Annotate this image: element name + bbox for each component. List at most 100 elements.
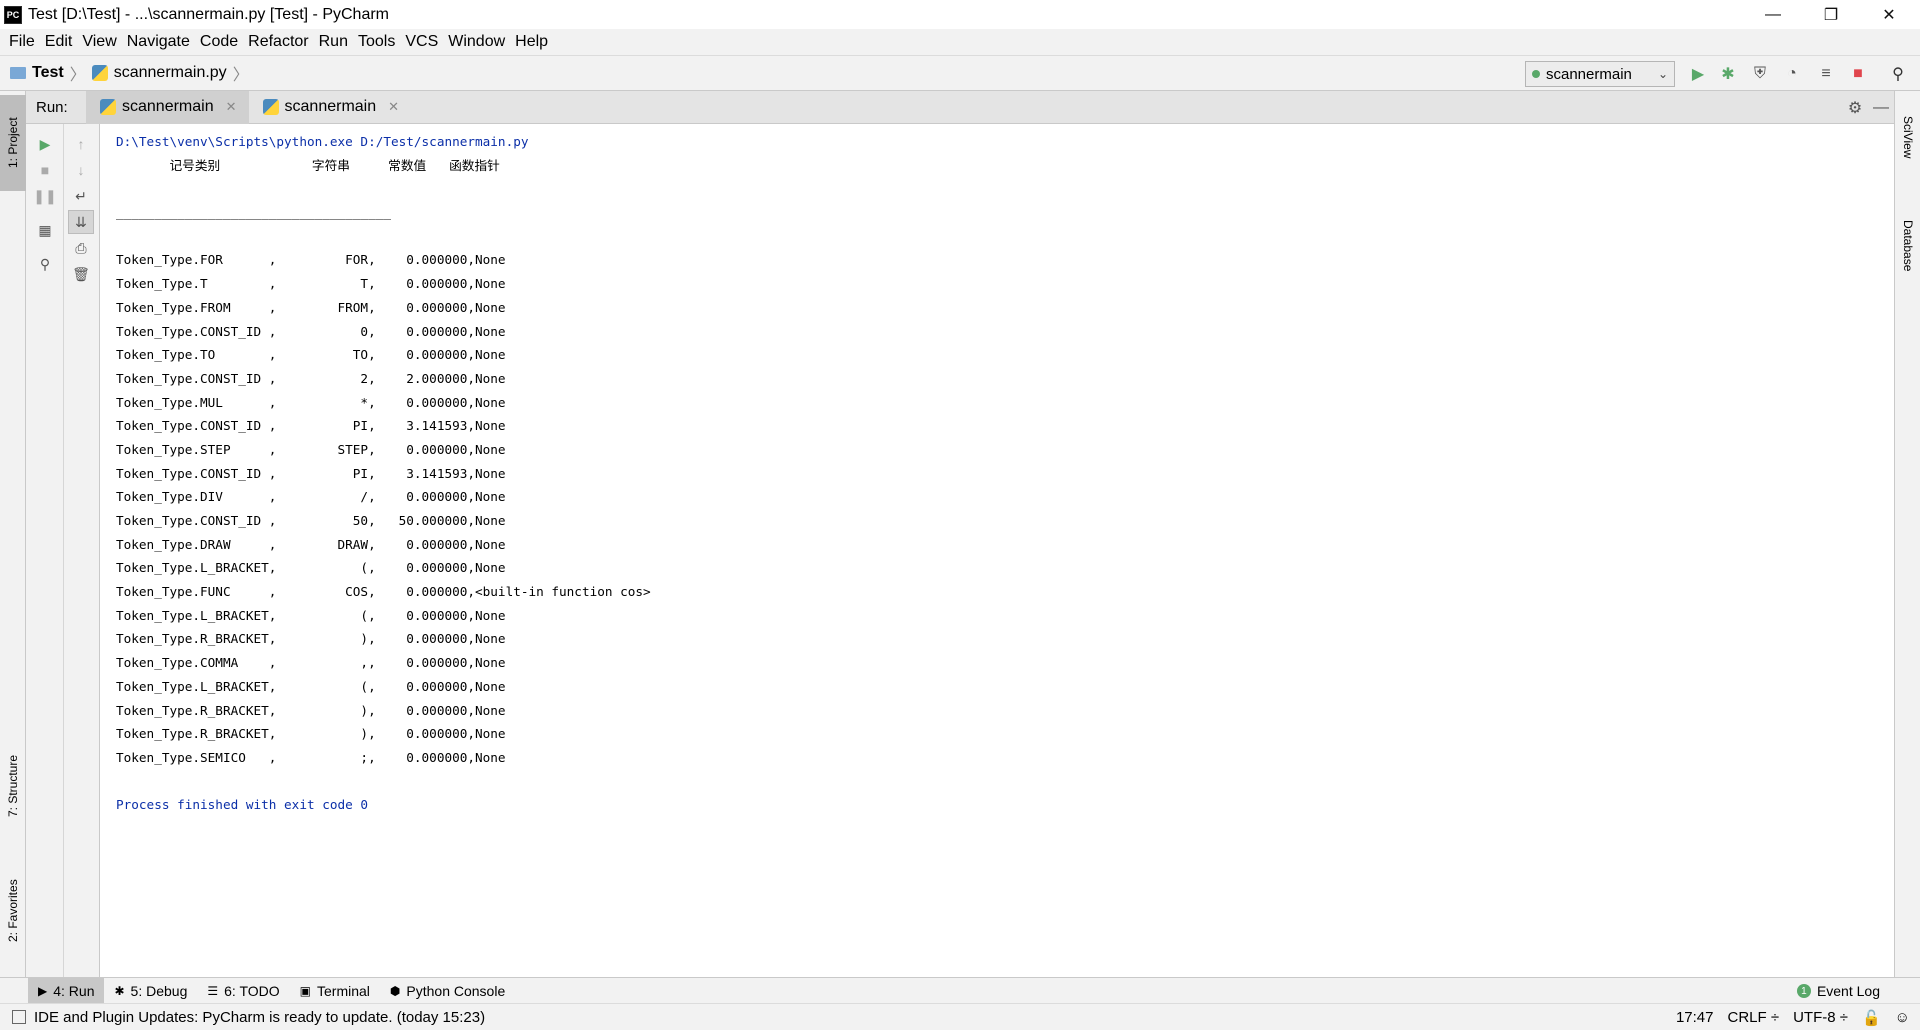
tab-run[interactable]: ▶ 4: Run [28,977,105,1004]
tab-todo[interactable]: ☰ 6: TODO [197,978,289,1004]
tab-debug[interactable]: ✱ 5: Debug [104,978,197,1004]
console-line: Token_Type.CONST_ID , 50, 50.000000,None [116,513,506,528]
event-log-button[interactable]: 1 Event Log [1796,978,1880,1004]
menu-tools[interactable]: Tools [358,33,395,51]
scroll-to-end-icon[interactable]: ⇊ [68,210,94,234]
caret-position[interactable]: 17:47 [1676,1009,1714,1026]
chevron-right-icon: 〉 [232,67,249,84]
inspector-icon[interactable]: ☺ [1895,1009,1910,1026]
debug-icon[interactable]: ✱ [1718,64,1738,84]
console-line: Token_Type.L_BRACKET, (, 0.000000,None [116,560,506,576]
menu-vcs[interactable]: VCS [405,33,438,51]
menu-navigate[interactable]: Navigate [127,33,190,51]
run-configuration-label: scannermain [1546,65,1632,83]
run-tab[interactable]: scannermain ✕ [249,91,412,124]
tab-terminal-label: Terminal [317,982,370,999]
pause-icon[interactable]: ❚❚ [32,184,58,208]
run-tab-active[interactable]: scannermain ✕ [86,90,249,124]
tab-todo-label: 6: TODO [224,982,280,999]
layout-icon[interactable]: ▦ [32,218,58,242]
debug-icon: ✱ [114,983,125,998]
list-icon: ☰ [207,983,219,998]
rerun-icon[interactable]: ▶ [32,132,58,156]
console-command-line: D:\Test\venv\Scripts\python.exe D:/Test/… [116,134,529,149]
console-output[interactable]: D:\Test\venv\Scripts\python.exe D:/Test/… [100,124,1894,977]
navigation-bar: Test 〉 scannermain.py 〉 scannermain ⌄ ▶ … [0,55,1920,91]
menu-bar: File Edit View Navigate Code Refactor Ru… [0,29,1920,55]
search-icon[interactable]: ⚲ [1888,64,1908,84]
console-exit-line: Process finished with exit code 0 [116,797,369,813]
run-tab-label: scannermain [122,98,214,115]
tab-project[interactable]: 1: Project [0,95,26,191]
tab-python-console[interactable]: ⬢ Python Console [380,978,515,1004]
left-tool-strip: 1: Project 7: Structure 2: Favorites [0,91,26,977]
run-panel-header: Run: scannermain ✕ scannermain ✕ ⚙ — [26,90,1894,124]
pin-icon[interactable]: ⚲ [32,252,58,276]
tab-favorites[interactable]: 2: Favorites [0,861,26,961]
tab-database[interactable]: Database [1895,201,1920,291]
console-line: Token_Type.L_BRACKET, (, 0.000000,None [116,678,506,694]
python-file-icon [100,99,116,115]
menu-window[interactable]: Window [448,33,505,51]
stop-icon[interactable]: ■ [1848,64,1868,84]
status-toggle-icon[interactable] [12,1010,26,1024]
gear-icon[interactable]: ⚙ [1842,98,1868,118]
console-line: Token_Type.CONST_ID , 0, 0.000000,None [116,323,506,339]
console-line: Token_Type.FUNC , COS, 0.000000,<built-i… [116,584,651,600]
menu-run[interactable]: Run [319,33,348,51]
run-toolbar: ▶ ■ ❚❚ ▦ ⚲ [26,124,64,977]
soft-wrap-icon[interactable]: ↵ [68,184,94,208]
menu-file[interactable]: File [9,33,35,51]
menu-refactor[interactable]: Refactor [248,33,308,51]
console-line: Token_Type.R_BRACKET, ), 0.000000,None [116,631,506,647]
close-tab-icon[interactable]: ✕ [388,99,399,115]
coverage-icon[interactable]: ⛨ [1750,64,1770,84]
status-bar: IDE and Plugin Updates: PyCharm is ready… [0,1003,1920,1030]
tab-structure[interactable]: 7: Structure [0,736,26,836]
console-line: Token_Type.COMMA , ,, 0.000000,None [116,655,506,671]
console-line: Token_Type.T , T, 0.000000,None [116,276,506,292]
minimize-panel-icon[interactable]: — [1868,99,1894,117]
menu-edit[interactable]: Edit [45,33,73,51]
console-text: D:\Test\venv\Scripts\python.exe D:/Test/… [116,130,1894,817]
status-message[interactable]: IDE and Plugin Updates: PyCharm is ready… [34,1009,485,1026]
run-icon[interactable]: ▶ [1688,64,1708,84]
title-bar: PC Test [D:\Test] - ...\scannermain.py [… [0,0,1920,29]
arrow-down-icon[interactable]: ↓ [68,158,94,182]
menu-code[interactable]: Code [200,33,238,51]
close-button[interactable]: ✕ [1860,0,1918,29]
stop-icon[interactable]: ■ [32,158,58,182]
breadcrumb-project[interactable]: Test [32,64,64,82]
trash-icon[interactable]: 🗑 [68,262,94,286]
arrow-up-icon[interactable]: ↑ [68,132,94,156]
lock-icon[interactable]: 🔓 [1862,1009,1881,1027]
profile-icon[interactable]: ◔ [1782,64,1802,84]
close-tab-icon[interactable]: ✕ [226,99,237,115]
console-line: Token_Type.R_BRACKET, ), 0.000000,None [116,726,506,742]
line-separator[interactable]: CRLF ÷ [1728,1009,1780,1026]
window-title: Test [D:\Test] - ...\scannermain.py [Tes… [28,5,389,23]
tab-debug-label: 5: Debug [130,982,188,999]
breadcrumb: Test 〉 scannermain.py 〉 [10,61,255,85]
tab-sciview[interactable]: SciView [1895,97,1920,177]
run-configuration-select[interactable]: scannermain ⌄ [1525,61,1675,87]
minimize-button[interactable]: — [1744,0,1802,29]
run-icon: ▶ [38,983,48,998]
tab-terminal[interactable]: ▣ Terminal [290,978,380,1004]
console-header-line: 记号类别 字符串 常数值 函数指针 [116,157,500,173]
file-encoding[interactable]: UTF-8 ÷ [1793,1009,1848,1026]
breadcrumb-file[interactable]: scannermain.py [114,64,227,82]
console-line: Token_Type.CONST_ID , PI, 3.141593,None [116,465,506,481]
console-line: Token_Type.STEP , STEP, 0.000000,None [116,441,506,457]
print-icon[interactable]: ⎙ [68,236,94,260]
right-tool-strip: SciView Database [1894,91,1920,977]
console-line: Token_Type.MUL , *, 0.000000,None [116,394,506,410]
python-file-icon [91,65,108,81]
menu-help[interactable]: Help [515,33,548,51]
restore-button[interactable]: ❐ [1802,0,1860,29]
concurrency-icon[interactable]: ≡ [1816,64,1836,84]
menu-view[interactable]: View [82,33,116,51]
tab-run-label: 4: Run [53,982,95,999]
